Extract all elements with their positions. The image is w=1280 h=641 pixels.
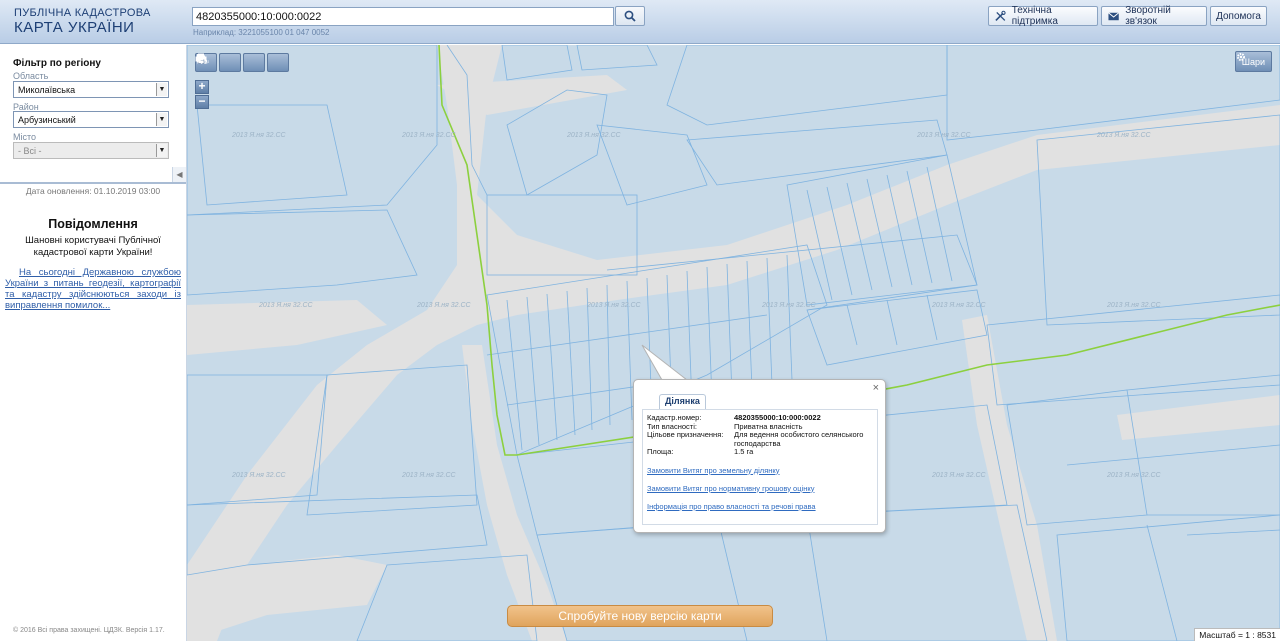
svg-text:?: ? <box>204 60 208 65</box>
identify-button[interactable]: ? <box>197 53 289 72</box>
site-logo[interactable]: ПУБЛІЧНА КАДАСТРОВА КАРТА УКРАЇНИ <box>14 7 151 36</box>
map-watermark: 2013 Я.ня 32.СС <box>586 302 642 309</box>
city-label: Місто <box>13 132 37 142</box>
city-select[interactable]: - Всі - ▼ <box>13 142 169 159</box>
notice-subtitle: Шановні користувачі Публічної кадастрово… <box>25 235 161 258</box>
help-button[interactable]: Допомога <box>1210 6 1267 26</box>
map-watermark: 2013 Я.ня 32.СС <box>231 132 287 139</box>
chevron-down-icon[interactable]: ▼ <box>156 83 167 96</box>
tab-parcel[interactable]: Ділянка <box>659 394 706 409</box>
region-filter-panel: Фільтр по регіону Область Миколаївська ▼… <box>0 45 186 184</box>
chevron-down-icon[interactable]: ▼ <box>156 144 167 157</box>
order-valuation-extract-link[interactable]: Замовити Витяг про нормативну грошову оц… <box>647 484 873 493</box>
zoom-out-button[interactable]: − <box>195 95 209 109</box>
search-example-hint: Наприклад: 3221055100 01 047 0052 <box>193 28 330 37</box>
parcel-field-row: Цільове призначення: Для ведення особист… <box>647 430 873 448</box>
region-select-value: Миколаївська <box>18 85 76 95</box>
sidebar: Фільтр по регіону Область Миколаївська ▼… <box>0 45 187 641</box>
copyright: © 2016 Всі права захищені. ЦДЗК. Версія … <box>13 627 165 634</box>
map-watermark: 2013 Я.ня 32.СС <box>761 302 817 309</box>
cadastral-search-input[interactable] <box>192 7 614 26</box>
field-label: Цільове призначення: <box>647 430 724 439</box>
map-watermark: 2013 Я.ня 32.СС <box>401 132 457 139</box>
update-date: Дата оновлення: 01.10.2019 03:00 <box>25 186 161 196</box>
map-watermark: 2013 Я.ня 32.СС <box>1106 472 1162 479</box>
print-button[interactable] <box>195 53 265 72</box>
search-icon <box>624 10 636 22</box>
field-label: Площа: <box>647 447 674 456</box>
gear-icon <box>1236 53 1245 61</box>
map-scale: Масштаб = 1 : 8531 <box>1194 628 1280 641</box>
ownership-info-link[interactable]: Інформація про право власності та речові… <box>647 502 873 511</box>
cadastral-map[interactable]: 2013 Я.ня 32.СС 2013 Я.ня 32.СС 2013 Я.н… <box>187 45 1280 641</box>
collapse-sidebar-button[interactable]: ◀ <box>172 167 186 182</box>
district-select-value: Арбузинський <box>18 115 76 125</box>
feedback-label: Зворотній зв'язок <box>1125 5 1171 27</box>
search-button[interactable] <box>615 6 645 26</box>
map-watermark: 2013 Я.ня 32.СС <box>258 302 314 309</box>
tools-icon <box>995 10 1006 22</box>
layers-button[interactable]: Шари <box>1234 51 1272 72</box>
order-parcel-extract-link[interactable]: Замовити Витяг про земельну ділянку <box>647 466 873 475</box>
header: ПУБЛІЧНА КАДАСТРОВА КАРТА УКРАЇНИ Наприк… <box>0 0 1280 44</box>
region-label: Область <box>13 71 49 81</box>
help-label: Допомога <box>1216 10 1261 22</box>
map-watermark: 2013 Я.ня 32.СС <box>401 472 457 479</box>
zoom-in-button[interactable]: + <box>195 80 209 94</box>
map-canvas[interactable]: 2013 Я.ня 32.СС 2013 Я.ня 32.СС 2013 Я.н… <box>187 45 1280 641</box>
envelope-icon <box>1108 11 1120 20</box>
measure-area-button[interactable]: м² <box>197 53 241 72</box>
map-watermark: 2013 Я.ня 32.СС <box>566 132 622 139</box>
notice-link[interactable]: На сьогодні Державною службою України з … <box>5 267 181 311</box>
parcel-info-popup: × Ділянка Кадастр.номер: 4820355000:10:0… <box>633 379 886 533</box>
tech-support-label: Технічна підтримка <box>1011 5 1058 27</box>
close-icon[interactable]: × <box>873 382 879 394</box>
notice-title: Повідомлення <box>48 217 138 231</box>
zoom-controls: + − <box>195 80 209 110</box>
map-watermark: 2013 Я.ня 32.СС <box>416 302 472 309</box>
map-toolbar: м м² ? <box>195 53 289 72</box>
area-value: 1.5 га <box>734 447 754 456</box>
feedback-button[interactable]: Зворотній зв'язок <box>1101 5 1207 27</box>
region-select[interactable]: Миколаївська ▼ <box>13 81 169 98</box>
parcel-field-row: Площа: 1.5 га <box>647 447 873 457</box>
district-select[interactable]: Арбузинський ▼ <box>13 111 169 128</box>
city-select-value: - Всі - <box>18 146 42 156</box>
logo-line-1: ПУБЛІЧНА КАДАСТРОВА <box>14 7 151 19</box>
map-watermark: 2013 Я.ня 32.СС <box>1096 132 1152 139</box>
map-watermark: 2013 Я.ня 32.СС <box>931 302 987 309</box>
map-watermark: 2013 Я.ня 32.СС <box>916 132 972 139</box>
map-watermark: 2013 Я.ня 32.СС <box>931 472 987 479</box>
cursor-question-icon: ? <box>197 54 208 65</box>
chevron-down-icon[interactable]: ▼ <box>156 113 167 126</box>
parcel-info-content: Кадастр.номер: 4820355000:10:000:0022 Ти… <box>642 409 878 525</box>
logo-line-2: КАРТА УКРАЇНИ <box>14 19 135 36</box>
try-new-version-button[interactable]: Спробуйте нову версію карти <box>507 605 773 627</box>
map-watermark: 2013 Я.ня 32.СС <box>1106 302 1162 309</box>
tech-support-button[interactable]: Технічна підтримка <box>988 5 1098 27</box>
filter-title: Фільтр по регіону <box>13 58 101 69</box>
purpose-value: Для ведення особистого селянського госпо… <box>734 430 864 448</box>
map-watermark: 2013 Я.ня 32.СС <box>231 472 287 479</box>
